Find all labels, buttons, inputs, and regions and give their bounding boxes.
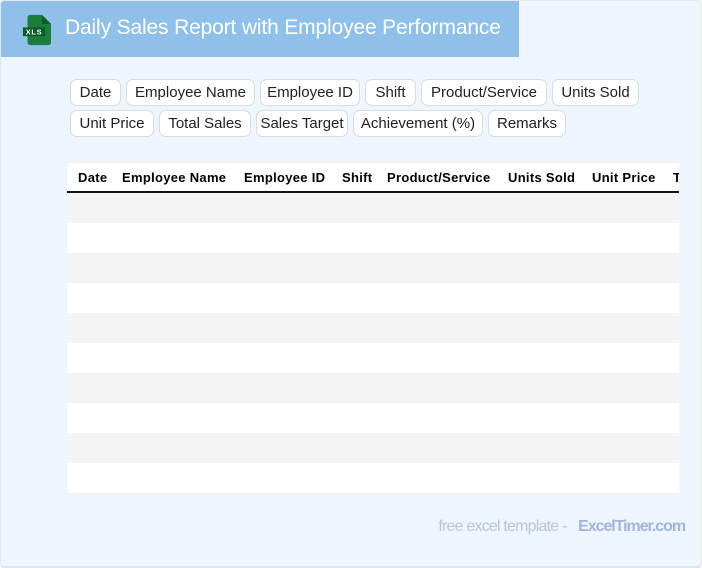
svg-text:XLS: XLS [26, 27, 42, 36]
